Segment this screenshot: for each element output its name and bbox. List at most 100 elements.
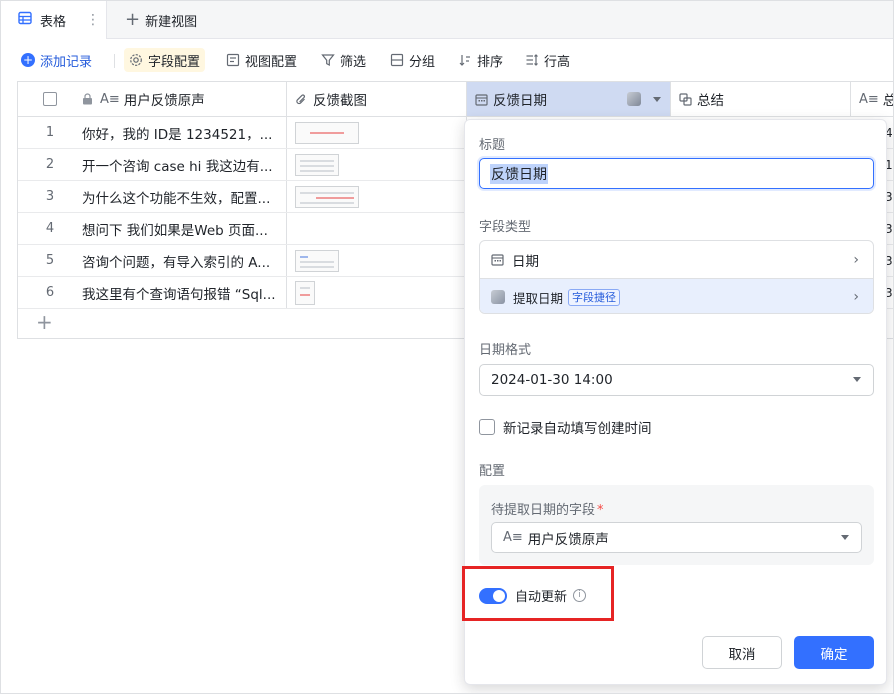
type-option-extract-date[interactable]: 提取日期 字段捷径 › xyxy=(480,278,873,313)
date-format-select[interactable]: 2024-01-30 14:00 xyxy=(479,364,874,396)
plus-icon: + xyxy=(125,9,141,30)
screenshot-cell[interactable] xyxy=(287,181,467,212)
group-button[interactable]: 分组 xyxy=(390,48,435,72)
toolbar-divider xyxy=(114,54,115,68)
date-format-label: 日期格式 xyxy=(479,343,532,358)
config-section: 待提取日期的字段 * A≡ 用户反馈原声 xyxy=(479,485,874,565)
add-circle-icon: + xyxy=(21,53,35,67)
row-number: 2 xyxy=(45,157,55,172)
autofill-option[interactable]: 新记录自动填写创建时间 xyxy=(479,417,652,437)
date-format-value: 2024-01-30 14:00 xyxy=(491,372,613,388)
feedback-cell[interactable]: 想问下 我们如果是Web 页面... xyxy=(82,213,287,244)
type-option-label: 提取日期 xyxy=(513,290,564,306)
column-header-feedback[interactable]: A≡ 用户反馈原声 xyxy=(82,82,287,116)
more-vertical-icon[interactable]: ⋮ xyxy=(86,12,100,28)
required-mark: * xyxy=(597,503,604,518)
calendar-icon xyxy=(475,93,489,106)
screenshot-thumbnail[interactable] xyxy=(295,121,359,144)
feedback-cell[interactable]: 我这里有个查询语句报错 “Sql... xyxy=(82,277,287,308)
sort-icon xyxy=(458,53,472,67)
text-field-icon: A≡ xyxy=(503,530,523,545)
type-option-date[interactable]: 日期 › xyxy=(480,241,873,278)
column-header-label: 总结 xyxy=(883,89,893,109)
chevron-right-icon: › xyxy=(853,289,859,305)
text-field-icon: A≡ xyxy=(100,91,120,107)
add-record-button[interactable]: + 添加记录 xyxy=(21,48,92,72)
table-header: A≡ 用户反馈原声 反馈截图 反馈日期 总结 A≡ xyxy=(18,82,893,117)
select-all-checkbox[interactable] xyxy=(43,92,57,106)
column-header-label: 反馈截图 xyxy=(313,93,367,109)
view-config-label: 视图配置 xyxy=(245,54,298,70)
feedback-cell[interactable]: 你好，我的 ID是 1234521，... xyxy=(82,117,287,148)
column-header-date[interactable]: 反馈日期 xyxy=(467,82,671,116)
field-config-button[interactable]: 字段配置 xyxy=(124,48,206,72)
calendar-icon xyxy=(491,253,504,266)
field-type-selector: 日期 › 提取日期 字段捷径 › xyxy=(479,240,874,314)
title-label: 标题 xyxy=(479,138,506,153)
column-header-summary-2[interactable]: A≡ 总结 xyxy=(851,82,893,116)
autofill-checkbox[interactable] xyxy=(479,419,495,435)
group-icon xyxy=(390,53,404,67)
caret-down-icon[interactable] xyxy=(653,97,661,102)
row-number: 5 xyxy=(45,253,55,268)
source-field-value: 用户反馈原声 xyxy=(527,531,609,548)
add-record-label: 添加记录 xyxy=(40,54,93,70)
new-view-button[interactable]: + 新建视图 xyxy=(125,1,197,39)
source-field-label: 待提取日期的字段 xyxy=(491,503,596,518)
caret-down-icon xyxy=(853,377,861,382)
lock-icon xyxy=(82,93,96,105)
cancel-button[interactable]: 取消 xyxy=(702,636,782,669)
screenshot-cell[interactable] xyxy=(287,245,467,276)
filter-button[interactable]: 筛选 xyxy=(321,48,366,72)
gear-icon xyxy=(129,53,143,67)
text-field-icon: A≡ xyxy=(859,91,879,107)
row-number: 4 xyxy=(45,221,55,236)
screenshot-cell[interactable] xyxy=(287,277,467,308)
row-height-button[interactable]: 行高 xyxy=(525,48,570,72)
tab-label: 表格 xyxy=(40,14,67,30)
column-header-summary[interactable]: 总结 xyxy=(671,82,851,116)
screenshot-cell[interactable] xyxy=(287,213,467,244)
title-input[interactable]: 反馈日期 xyxy=(479,158,874,189)
select-all-checkbox-cell[interactable] xyxy=(18,82,82,116)
screenshot-thumbnail[interactable] xyxy=(295,249,339,272)
screenshot-thumbnail[interactable] xyxy=(295,153,339,176)
row-number: 3 xyxy=(45,189,55,204)
screenshot-cell[interactable] xyxy=(287,117,467,148)
source-field-select[interactable]: A≡ 用户反馈原声 xyxy=(491,522,862,553)
row-height-label: 行高 xyxy=(544,54,571,70)
column-header-screenshot[interactable]: 反馈截图 xyxy=(287,82,467,116)
link-copy-icon xyxy=(679,92,693,106)
toolbar: + 添加记录 字段配置 视图配置 筛选 分组 排序 行高 xyxy=(1,39,893,81)
view-config-button[interactable]: 视图配置 xyxy=(226,48,297,72)
view-tab-bar: 表格 ⋮ + 新建视图 xyxy=(1,1,893,39)
screenshot-thumbnail[interactable] xyxy=(295,280,315,305)
group-label: 分组 xyxy=(409,54,436,70)
attachment-icon xyxy=(295,93,309,106)
column-header-label: 反馈日期 xyxy=(493,93,547,109)
sort-button[interactable]: 排序 xyxy=(458,48,503,72)
field-type-label: 字段类型 xyxy=(479,220,532,235)
column-header-label: 用户反馈原声 xyxy=(123,93,205,109)
shortcut-badge: 字段捷径 xyxy=(568,288,621,306)
filter-label: 筛选 xyxy=(340,54,367,70)
annotation-highlight-box xyxy=(462,566,614,621)
column-header-label: 总结 xyxy=(697,93,724,109)
feedback-cell[interactable]: 咨询个问题，有导入索引的 A... xyxy=(82,245,287,276)
view-config-icon xyxy=(226,53,240,67)
type-option-label: 日期 xyxy=(512,253,539,270)
screenshot-thumbnail[interactable] xyxy=(295,185,359,208)
shortcut-field-icon xyxy=(627,92,641,106)
sort-label: 排序 xyxy=(477,54,504,70)
autofill-label: 新记录自动填写创建时间 xyxy=(503,421,652,437)
feedback-cell[interactable]: 开一个咨询 case hi 我这边有... xyxy=(82,149,287,180)
screenshot-cell[interactable] xyxy=(287,149,467,180)
chevron-right-icon: › xyxy=(853,251,859,268)
confirm-button[interactable]: 确定 xyxy=(794,636,874,669)
feedback-cell[interactable]: 为什么这个功能不生效，配置... xyxy=(82,181,287,212)
shortcut-field-icon xyxy=(491,290,505,304)
grid-icon xyxy=(18,11,32,29)
tab-grid-view[interactable]: 表格 ⋮ xyxy=(1,1,107,39)
add-row-plus-icon[interactable]: + xyxy=(36,312,53,332)
config-label: 配置 xyxy=(479,464,506,479)
